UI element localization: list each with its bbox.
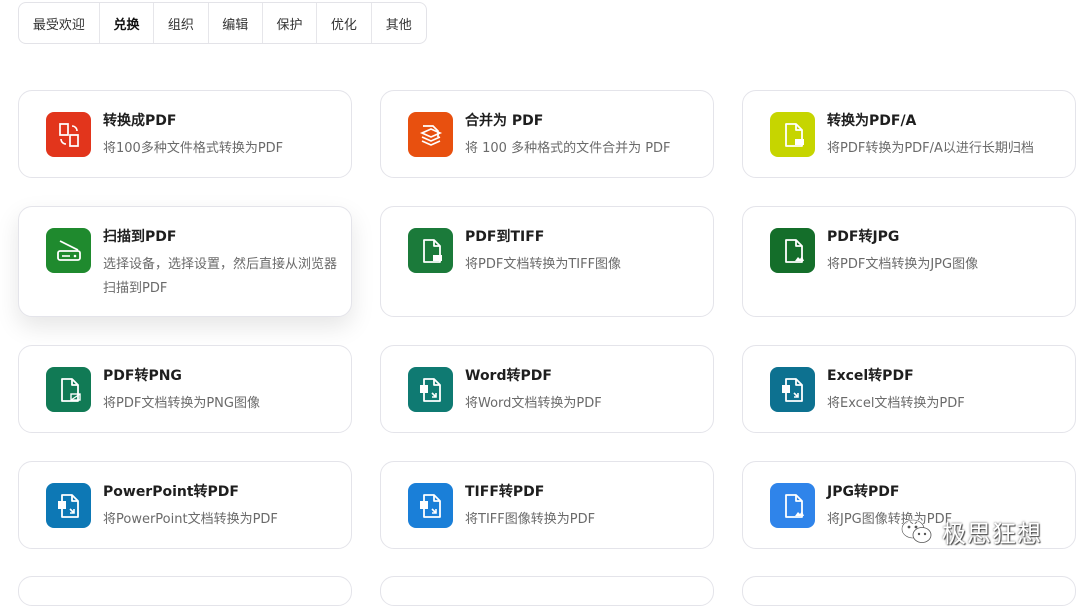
tab-5[interactable]: 优化 [317,3,372,43]
png-file-icon [46,367,91,412]
tab-0[interactable]: 最受欢迎 [19,3,100,43]
tab-2[interactable]: 组织 [154,3,209,43]
card-title: TIFF转PDF [465,484,545,500]
jpg-file-icon [770,228,815,273]
watermark: 极思狂想 [900,514,1042,549]
card-title: Word转PDF [465,368,552,384]
tool-card[interactable]: Word转PDF 将Word文档转换为PDF [380,345,714,433]
partial-card[interactable] [380,576,714,606]
tab-4[interactable]: 保护 [263,3,318,43]
card-description: 选择设备，选择设置，然后直接从浏览器扫描到PDF [103,257,338,296]
card-title: JPG转PDF [827,484,900,500]
tiff-file-icon [408,228,453,273]
tool-card[interactable]: TIFF转PDF 将TIFF图像转换为PDF [380,461,714,549]
tab-1[interactable]: 兑换 [100,3,155,43]
partial-card[interactable] [18,576,352,606]
card-title: PDF转PNG [103,368,182,384]
card-description: 将TIFF图像转换为PDF [465,512,596,527]
card-title: PDF转JPG [827,229,900,245]
card-title: 扫描到PDF [103,229,177,245]
tool-card[interactable]: PDF转JPG 将PDF文档转换为JPG图像 [742,206,1076,317]
card-title: PowerPoint转PDF [103,484,239,500]
file-convert-icon [46,112,91,157]
stack-merge-icon [408,112,453,157]
wechat-icon [901,518,932,543]
card-description: 将PowerPoint文档转换为PDF [103,512,278,527]
powerpoint-file-icon [46,483,91,528]
card-description: 将 100 多种格式的文件合并为 PDF [465,141,671,156]
card-title: 合并为 PDF [465,113,544,129]
tab-3[interactable]: 编辑 [209,3,263,43]
card-description: 将Excel文档转换为PDF [827,396,965,411]
tool-card[interactable]: 合并为 PDF 将 100 多种格式的文件合并为 PDF [380,90,714,178]
tool-card[interactable]: PDF转PNG 将PDF文档转换为PNG图像 [18,345,352,433]
card-title: Excel转PDF [827,368,914,384]
card-description: 将100多种文件格式转换为PDF [103,141,284,156]
tool-card[interactable]: 转换成PDF 将100多种文件格式转换为PDF [18,90,352,178]
card-description: 将PDF文档转换为TIFF图像 [465,257,622,272]
card-description: 将Word文档转换为PDF [465,396,602,411]
tool-card[interactable]: 扫描到PDF 选择设备，选择设置，然后直接从浏览器扫描到PDF [18,206,352,317]
tab-6[interactable]: 其他 [372,3,426,43]
watermark-text: 极思狂想 [942,520,1042,548]
card-title: PDF到TIFF [465,229,545,245]
card-description: 将PDF转换为PDF/A以进行长期归档 [827,141,1034,156]
jpg-to-pdf-icon [770,483,815,528]
tool-card[interactable]: 转换为PDF/A 将PDF转换为PDF/A以进行长期归档 [742,90,1076,178]
category-tabs: 最受欢迎 兑换 组织 编辑 保护 优化 其他 [18,2,427,44]
tool-card[interactable]: PowerPoint转PDF 将PowerPoint文档转换为PDF [18,461,352,549]
card-description: 将PDF文档转换为JPG图像 [827,257,979,272]
tool-card[interactable]: Excel转PDF 将Excel文档转换为PDF [742,345,1076,433]
tiff-to-pdf-icon [408,483,453,528]
tool-card[interactable]: PDF到TIFF 将PDF文档转换为TIFF图像 [380,206,714,317]
excel-file-icon [770,367,815,412]
card-description: 将PDF文档转换为PNG图像 [103,396,260,411]
word-file-icon [408,367,453,412]
scanner-icon [46,228,91,273]
card-title: 转换为PDF/A [827,113,917,129]
pdfa-file-icon [770,112,815,157]
partial-card[interactable] [742,576,1076,606]
card-title: 转换成PDF [103,113,177,129]
